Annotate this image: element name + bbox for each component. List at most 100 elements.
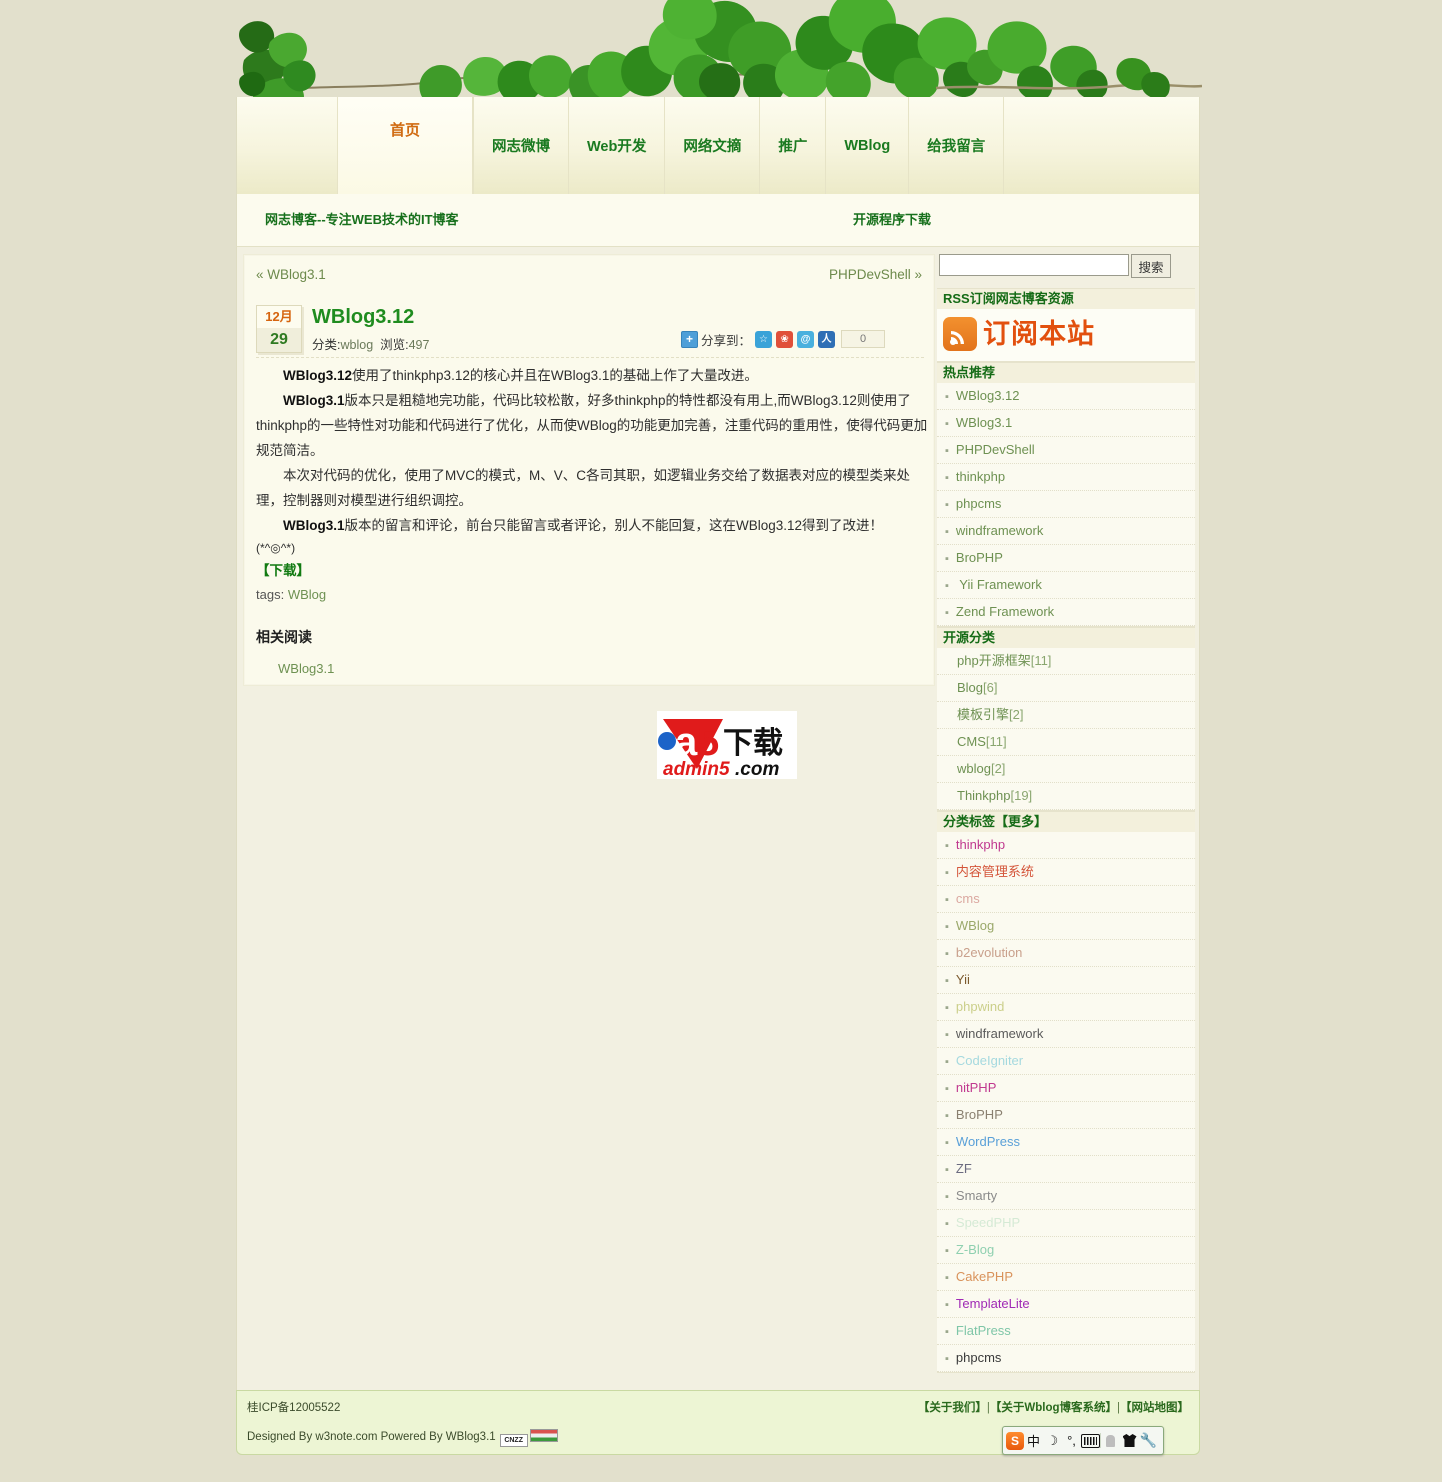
list-item: ▪ windframework: [937, 1021, 1195, 1048]
tag-item-16[interactable]: CakePHP: [956, 1269, 1013, 1284]
hot-item-3[interactable]: thinkphp: [956, 469, 1005, 484]
nav-item-articles[interactable]: 网络文摘: [664, 97, 759, 194]
related-item-0[interactable]: WBlog3.1: [278, 661, 334, 676]
nav-item-weibo[interactable]: 网志微博: [473, 97, 568, 194]
hot-item-5[interactable]: windframework: [956, 523, 1043, 538]
ime-user-icon[interactable]: [1101, 1427, 1120, 1454]
bullet-icon: ▪: [945, 1029, 949, 1041]
ime-tools-icon[interactable]: 🔧: [1139, 1427, 1158, 1454]
bullet-icon: ▪: [945, 445, 949, 457]
hot-item-6[interactable]: BroPHP: [956, 550, 1003, 565]
tag-item-11[interactable]: WordPress: [956, 1134, 1020, 1149]
ime-punctuation-icon[interactable]: °,: [1062, 1427, 1081, 1454]
category-count: [11]: [985, 734, 1007, 749]
footer-links[interactable]: 【关于我们】|【关于Wblog博客系统】|【网站地图】: [918, 1399, 1189, 1415]
footer-link-wblog[interactable]: 【关于Wblog博客系统】: [990, 1402, 1117, 1414]
category-item-5[interactable]: Thinkphp[19]: [957, 788, 1032, 803]
search-button[interactable]: 搜索: [1131, 254, 1171, 278]
sogou-logo-icon[interactable]: S: [1006, 1431, 1024, 1450]
list-item: ▪ ZF: [937, 1156, 1195, 1183]
tags-line: tags: WBlog: [256, 582, 928, 607]
ime-keyboard-icon[interactable]: [1081, 1427, 1100, 1454]
ime-toolbar[interactable]: S 中 ☽ °, 🔧: [1002, 1426, 1164, 1455]
list-item: ▪ Yii Framework: [937, 572, 1195, 599]
tag-item-13[interactable]: Smarty: [956, 1188, 997, 1203]
tencent-weibo-icon[interactable]: @: [797, 330, 815, 348]
post-title[interactable]: WBlog3.12: [312, 306, 414, 329]
search-input[interactable]: [939, 254, 1129, 276]
tag-item-12[interactable]: ZF: [956, 1161, 972, 1176]
post-pagination: « WBlog3.1 PHPDevShell »: [244, 267, 934, 287]
list-item: ▪ WBlog3.12: [937, 383, 1195, 410]
tag-item-17[interactable]: TemplateLite: [956, 1296, 1030, 1311]
sina-weibo-icon[interactable]: ❀: [776, 330, 794, 348]
tag-item-4[interactable]: b2evolution: [956, 945, 1023, 960]
post-category-value[interactable]: wblog: [340, 338, 373, 352]
category-item-4[interactable]: wblog[2]: [957, 761, 1005, 776]
tag-item-18[interactable]: FlatPress: [956, 1323, 1011, 1338]
rss-subscribe-link[interactable]: 订阅本站: [937, 309, 1195, 361]
ivy-leaves-icon: [236, 0, 1202, 97]
hot-item-4[interactable]: phpcms: [956, 496, 1002, 511]
nav-item-guestbook[interactable]: 给我留言: [908, 97, 1003, 194]
bullet-icon: ▪: [945, 1083, 949, 1095]
list-item: ▪ thinkphp: [937, 464, 1195, 491]
nav-item-promotion[interactable]: 推广: [759, 97, 825, 194]
tag-item-7[interactable]: windframework: [956, 1026, 1043, 1041]
site-tagline: 网志博客--专注WEB技术的IT博客: [265, 212, 459, 227]
tag-item-1[interactable]: 内容管理系统: [956, 864, 1034, 879]
tag-item-0[interactable]: thinkphp: [956, 837, 1005, 852]
search-bar[interactable]: 搜索: [937, 254, 1195, 282]
qzone-icon[interactable]: ☆: [755, 330, 773, 348]
tag-item-2[interactable]: cms: [956, 891, 980, 906]
tag-item-9[interactable]: nitPHP: [956, 1080, 996, 1095]
para4-rest: 版本的留言和评论，前台只能留言或者评论，别人不能回复，这在WBlog3.12得到…: [344, 518, 884, 533]
hot-panel-body: ▪ WBlog3.12 ▪ WBlog3.1 ▪ PHPDevShell ▪ thinkphp…: [937, 383, 1195, 627]
tag-item-10[interactable]: BroPHP: [956, 1107, 1003, 1122]
ime-skin-icon[interactable]: [1120, 1427, 1139, 1454]
hot-item-2[interactable]: PHPDevShell: [956, 442, 1035, 457]
footer-link-about[interactable]: 【关于我们】: [918, 1402, 987, 1414]
tag-item-19[interactable]: phpcms: [956, 1350, 1002, 1365]
prev-post-link[interactable]: « WBlog3.1: [256, 267, 326, 282]
next-post-link[interactable]: PHPDevShell »: [829, 267, 922, 282]
para2-rest: 版本只是粗糙地完功能，代码比较松散，好多thinkphp的特性都没有用上,而WB…: [256, 393, 928, 458]
post-paragraph-4: WBlog3.1版本的留言和评论，前台只能留言或者评论，别人不能回复，这在WBl…: [256, 513, 928, 538]
share-widget[interactable]: + 分享到： ☆ ❀ @ 人 0: [681, 329, 886, 349]
tag-link-wblog[interactable]: WBlog: [288, 587, 326, 602]
hot-item-7[interactable]: Yii Framework: [956, 577, 1042, 592]
tag-item-5[interactable]: Yii: [956, 972, 970, 987]
hot-item-1[interactable]: WBlog3.1: [956, 415, 1012, 430]
bullet-icon: ▪: [945, 1191, 949, 1203]
bullet-icon: ▪: [945, 1137, 949, 1149]
tag-item-14[interactable]: SpeedPHP: [956, 1215, 1020, 1230]
main-navigation[interactable]: 首页 网志微博 Web开发 网络文摘 推广 WBlog 给我留言: [236, 97, 1200, 194]
nav-item-webdev[interactable]: Web开发: [568, 97, 664, 194]
category-item-2[interactable]: 模板引擎[2]: [957, 707, 1023, 722]
category-item-1[interactable]: Blog[6]: [957, 680, 998, 695]
category-item-0[interactable]: php开源框架[11]: [957, 653, 1051, 668]
download-link[interactable]: 【下载】: [256, 560, 310, 582]
share-label: 分享到：: [701, 333, 752, 348]
share-plus-icon[interactable]: +: [681, 330, 698, 348]
bullet-icon: ▪: [945, 1164, 949, 1176]
nav-item-wblog[interactable]: WBlog: [825, 97, 908, 194]
nav-item-home[interactable]: 首页: [337, 97, 473, 194]
category-name: 模板引擎: [957, 707, 1010, 722]
logo-area: [237, 97, 337, 194]
tag-item-3[interactable]: WBlog: [956, 918, 994, 933]
tag-item-15[interactable]: Z-Blog: [956, 1242, 994, 1257]
hot-item-0[interactable]: WBlog3.12: [956, 388, 1020, 403]
ime-moon-icon[interactable]: ☽: [1043, 1427, 1062, 1454]
hot-item-8[interactable]: Zend Framework: [956, 604, 1054, 619]
category-item-3[interactable]: CMS[11]: [957, 734, 1007, 749]
ime-language-mode[interactable]: 中: [1024, 1427, 1043, 1454]
cnzz-badge-icon[interactable]: CNZZ: [499, 1434, 528, 1447]
tag-item-8[interactable]: CodeIgniter: [956, 1053, 1023, 1068]
footer-link-sitemap[interactable]: 【网站地图】: [1120, 1402, 1189, 1414]
renren-icon[interactable]: 人: [818, 330, 836, 348]
bullet-icon: ▪: [945, 1002, 949, 1014]
opensource-download-link[interactable]: 开源程序下载: [853, 209, 931, 228]
tag-item-6[interactable]: phpwind: [956, 999, 1004, 1014]
svg-text:5: 5: [697, 720, 719, 764]
